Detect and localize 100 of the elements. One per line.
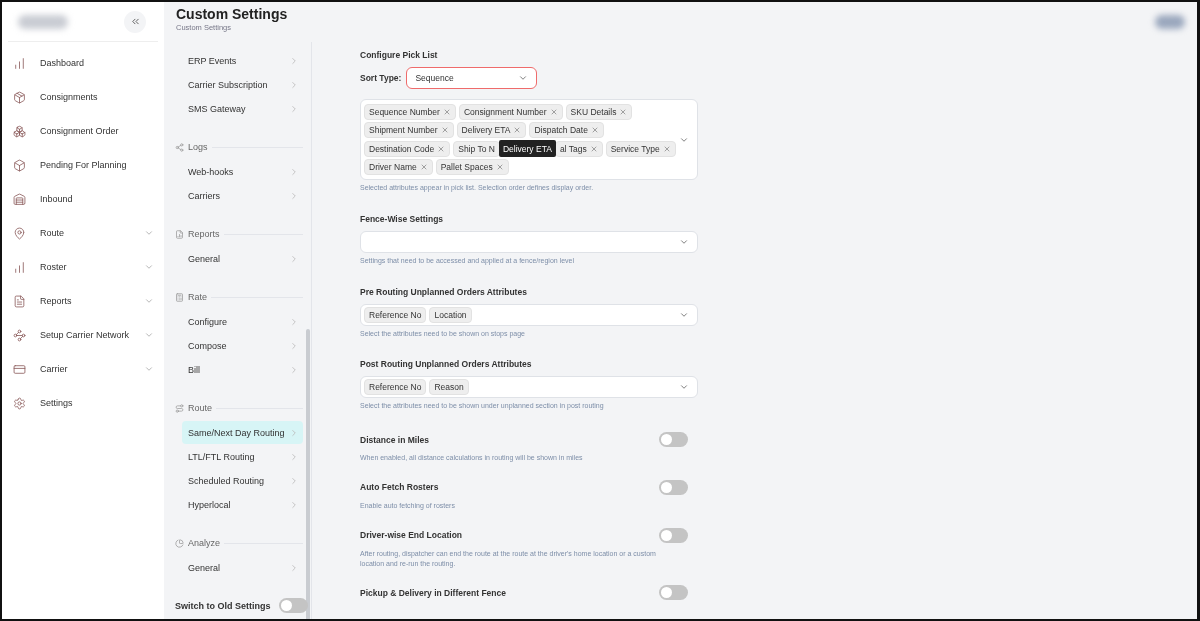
tooltip: Delivery ETA bbox=[498, 140, 556, 157]
section-title: Configure Pick List bbox=[360, 50, 439, 60]
attribute-chip[interactable]: Consignment Number bbox=[458, 104, 563, 120]
menu-item[interactable]: Same/Next Day Routing bbox=[182, 421, 303, 444]
chevron-right-icon bbox=[289, 475, 299, 486]
attribute-chip[interactable]: Reference No bbox=[364, 379, 427, 396]
toggle-switch[interactable] bbox=[659, 527, 688, 543]
remove-icon[interactable] bbox=[442, 108, 451, 116]
toggle-switch[interactable] bbox=[278, 598, 308, 613]
remove-icon[interactable] bbox=[440, 126, 449, 134]
attribute-chip[interactable]: Reason bbox=[429, 379, 469, 396]
warehouse-icon bbox=[13, 192, 26, 206]
remove-icon[interactable] bbox=[437, 144, 446, 153]
menu-item[interactable]: Web-hooks bbox=[182, 160, 303, 183]
switch-label: Switch to Old Settings bbox=[175, 600, 271, 611]
menu-item[interactable]: SMS Gateway bbox=[182, 97, 303, 120]
bar-chart-icon bbox=[13, 56, 26, 70]
pie-chart-icon bbox=[175, 538, 184, 548]
chevron-right-icon bbox=[289, 190, 299, 201]
multi-select-field[interactable]: Sequence Number Consignment Number SKU Details Shipment Number Delivery ETA Dispatch Date Destination Code Ship To N Delivery ETA al Tags Service Type Driver Name Pallet Spaces bbox=[360, 99, 698, 180]
setting-title: Distance in Miles bbox=[360, 434, 429, 445]
section-heading: Logs bbox=[188, 142, 208, 152]
calculator-icon bbox=[175, 292, 184, 302]
collapse-button[interactable] bbox=[124, 10, 146, 33]
menu-item[interactable]: General bbox=[182, 556, 303, 579]
chevron-down-icon bbox=[144, 262, 154, 272]
attribute-chip[interactable]: Delivery ETA bbox=[456, 122, 527, 138]
attribute-chip[interactable]: Ship To N bbox=[453, 140, 500, 157]
attribute-chip[interactable]: SKU Details bbox=[565, 104, 633, 120]
attribute-chip[interactable]: al Tags bbox=[554, 140, 603, 157]
chevron-right-icon bbox=[289, 55, 299, 66]
remove-icon[interactable] bbox=[662, 144, 671, 153]
sidebar-item[interactable]: Consignment Order bbox=[2, 114, 164, 148]
menu-item[interactable]: Compose bbox=[182, 334, 303, 357]
chevron-right-icon bbox=[289, 451, 299, 462]
attribute-chip[interactable]: Service Type bbox=[605, 140, 676, 157]
menu-item[interactable]: General bbox=[182, 247, 303, 270]
attribute-chip[interactable]: Dispatch Date bbox=[529, 122, 604, 138]
remove-icon[interactable] bbox=[619, 108, 628, 116]
attribute-chip[interactable]: Destination Code bbox=[364, 140, 451, 157]
remove-icon[interactable] bbox=[495, 163, 504, 171]
menu-item[interactable]: Carriers bbox=[182, 184, 303, 207]
sidebar-item[interactable]: Reports bbox=[2, 284, 164, 318]
chevron-right-icon bbox=[289, 427, 299, 438]
menu-item[interactable]: Configure bbox=[182, 310, 303, 333]
settings-icon bbox=[13, 396, 26, 410]
sidebar-item[interactable]: Roster bbox=[2, 250, 164, 284]
map-pin-icon bbox=[13, 226, 26, 240]
remove-icon[interactable] bbox=[589, 144, 598, 153]
section-title: Fence-Wise Settings bbox=[360, 213, 445, 224]
toggle-switch[interactable] bbox=[659, 432, 688, 448]
chevron-right-icon bbox=[289, 340, 299, 351]
multi-select-field[interactable]: Reference No Reason bbox=[360, 376, 698, 399]
sidebar-item[interactable]: Dashboard bbox=[2, 46, 164, 80]
remove-icon[interactable] bbox=[549, 108, 558, 116]
sidebar-item[interactable]: Inbound bbox=[2, 182, 164, 216]
menu-item[interactable]: Hyperlocal bbox=[182, 493, 303, 516]
toggle-switch[interactable] bbox=[659, 585, 688, 601]
sidebar-item[interactable]: Settings bbox=[2, 386, 164, 420]
double-chevron-left-icon bbox=[129, 16, 141, 27]
menu-item[interactable]: ERP Events bbox=[182, 49, 303, 72]
section-heading: Route bbox=[188, 403, 213, 413]
remove-icon[interactable] bbox=[513, 126, 522, 134]
section-heading: Reports bbox=[188, 229, 220, 239]
multi-select-field[interactable]: Reference No Location bbox=[360, 303, 698, 326]
remove-icon[interactable] bbox=[419, 163, 428, 171]
attribute-chip[interactable]: Location bbox=[429, 306, 472, 323]
attribute-chip[interactable]: Pallet Spaces bbox=[435, 159, 509, 175]
sort-type-select[interactable]: Sequence bbox=[406, 67, 538, 89]
menu-item[interactable]: LTL/FTL Routing bbox=[182, 445, 303, 468]
avatar-placeholder[interactable] bbox=[1155, 15, 1185, 29]
sidebar-item[interactable]: Pending For Planning bbox=[2, 148, 164, 182]
chevron-down-icon bbox=[144, 228, 154, 238]
section-heading: Analyze bbox=[188, 538, 221, 548]
remove-icon[interactable] bbox=[590, 126, 599, 134]
section-title: Post Routing Unplanned Orders Attributes bbox=[360, 359, 533, 370]
attribute-chip[interactable]: Reference No bbox=[364, 306, 427, 323]
select-field[interactable] bbox=[360, 230, 698, 253]
toggle-switch[interactable] bbox=[659, 480, 688, 495]
route-icon bbox=[175, 403, 184, 413]
chevron-right-icon bbox=[289, 562, 299, 573]
chevron-down-icon bbox=[518, 73, 529, 83]
menu-item[interactable]: Carrier Subscription bbox=[182, 73, 303, 96]
network-icon bbox=[13, 328, 26, 342]
bar-chart-icon bbox=[13, 260, 26, 274]
attribute-chip[interactable]: Sequence Number bbox=[364, 104, 456, 120]
sidebar-item[interactable]: Route bbox=[2, 216, 164, 250]
attribute-chip[interactable]: Shipment Number bbox=[364, 122, 454, 138]
box-icon bbox=[13, 158, 26, 172]
sidebar-item[interactable]: Setup Carrier Network bbox=[2, 318, 164, 352]
chevron-right-icon bbox=[289, 316, 299, 327]
sidebar-item[interactable]: Carrier bbox=[2, 352, 164, 386]
chevron-down-icon bbox=[144, 330, 154, 340]
chevron-right-icon bbox=[289, 364, 299, 375]
menu-item[interactable]: Bill bbox=[182, 358, 303, 381]
section-heading: Rate bbox=[188, 292, 207, 302]
menu-item[interactable]: Scheduled Routing bbox=[182, 469, 303, 492]
attribute-chip[interactable]: Driver Name bbox=[364, 159, 433, 175]
report-icon bbox=[175, 229, 184, 239]
sidebar-item[interactable]: Consignments bbox=[2, 80, 164, 114]
